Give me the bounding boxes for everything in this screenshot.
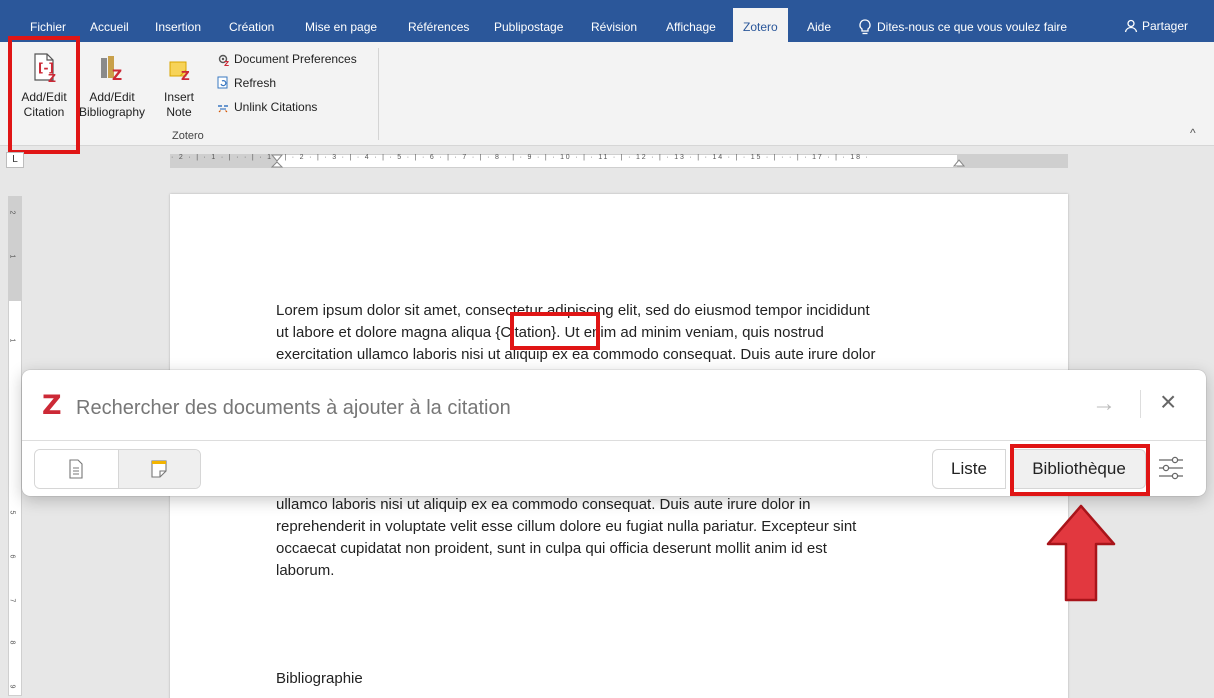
tab-creation[interactable]: Création bbox=[229, 20, 274, 34]
ribbon-panel: [-] Z Add/Edit Citation Z Add/Edit Bibli… bbox=[0, 42, 1214, 146]
tab-selector[interactable]: L bbox=[6, 152, 24, 168]
vruler-num: 8 bbox=[8, 640, 16, 645]
svg-text:Z: Z bbox=[181, 69, 190, 83]
share-label: Partager bbox=[1142, 19, 1189, 33]
list-view-button[interactable]: Liste bbox=[932, 449, 1006, 489]
citation-search-input[interactable] bbox=[76, 394, 1016, 422]
share-button[interactable]: Partager bbox=[1124, 19, 1188, 33]
tell-me-search[interactable]: Dites-nous ce que vous voulez faire bbox=[858, 19, 1067, 35]
vertical-ruler[interactable]: 2 1 1 5 6 7 8 9 bbox=[8, 196, 22, 696]
insert-note-label-1: Insert bbox=[163, 90, 194, 104]
indent-marker-icon[interactable] bbox=[271, 154, 283, 170]
paragraph-line: laborum. bbox=[276, 562, 335, 579]
bibliography-icon: Z bbox=[97, 52, 127, 84]
paragraph-line: reprehenderit in voluptate velit esse ci… bbox=[276, 518, 857, 535]
lightbulb-icon bbox=[859, 19, 871, 35]
horizontal-ruler[interactable]: · 2 · | · 1 · | · · | · 1 · | · 2 · | · … bbox=[170, 154, 1068, 168]
add-edit-bibliography-label-2: Bibliography bbox=[78, 105, 146, 119]
insert-note-label-2: Note bbox=[166, 105, 192, 119]
tab-publipostage[interactable]: Publipostage bbox=[494, 20, 563, 34]
tab-accueil[interactable]: Accueil bbox=[90, 20, 129, 34]
mode-toggle bbox=[34, 449, 201, 489]
citation-field-highlight bbox=[510, 312, 600, 350]
svg-text:Z: Z bbox=[224, 60, 229, 66]
vruler-num: 5 bbox=[8, 510, 16, 515]
vruler-num: 2 bbox=[8, 210, 16, 215]
document-preferences-label: Document Preferences bbox=[234, 52, 357, 66]
paragraph-line: occaecat cupidatat non proident, sunt in… bbox=[276, 540, 827, 557]
close-icon[interactable]: × bbox=[1160, 386, 1176, 418]
accept-arrow-icon[interactable]: → bbox=[1092, 390, 1116, 418]
add-edit-bibliography-label-1: Add/Edit bbox=[89, 90, 135, 104]
collapse-ribbon-icon[interactable]: ^ bbox=[1190, 126, 1196, 140]
insert-note-button[interactable]: Z Insert Note bbox=[156, 48, 202, 120]
tab-zotero[interactable]: Zotero bbox=[733, 8, 788, 42]
library-button-highlight bbox=[1010, 444, 1150, 496]
tab-references[interactable]: Références bbox=[408, 20, 469, 34]
tab-fichier[interactable]: Fichier bbox=[30, 20, 66, 34]
paragraph-line: ullamco laboris nisi ut aliquip ex ea co… bbox=[276, 496, 811, 513]
paragraph-line: Lorem ipsum dolor sit amet, consectetur … bbox=[276, 302, 870, 319]
vruler-num: 1 bbox=[8, 338, 16, 343]
header-separator bbox=[1140, 390, 1141, 418]
svg-text:Z: Z bbox=[112, 68, 122, 84]
unlink-icon bbox=[218, 105, 228, 113]
item-mode-button[interactable] bbox=[35, 450, 118, 488]
note-mode-button[interactable] bbox=[117, 450, 200, 488]
tab-aide[interactable]: Aide bbox=[807, 20, 831, 34]
tab-affichage[interactable]: Affichage bbox=[666, 20, 716, 34]
unlink-citations-label: Unlink Citations bbox=[234, 100, 318, 114]
vruler-num: 7 bbox=[8, 598, 16, 603]
dialog-divider bbox=[22, 440, 1206, 441]
refresh-label: Refresh bbox=[234, 76, 277, 90]
vruler-num: 6 bbox=[8, 554, 16, 559]
paragraph-line: exercitation ullamco laboris nisi ut ali… bbox=[276, 346, 876, 363]
tab-mise-en-page[interactable]: Mise en page bbox=[305, 20, 377, 34]
up-arrow-annotation bbox=[1046, 504, 1116, 602]
refresh-icon bbox=[217, 76, 228, 89]
right-indent-marker-icon[interactable] bbox=[953, 157, 965, 167]
settings-sliders-icon[interactable] bbox=[1158, 456, 1184, 480]
note-icon: Z bbox=[164, 52, 194, 84]
person-icon bbox=[1124, 19, 1138, 33]
ribbon-tab-bar: Fichier Accueil Insertion Création Mise … bbox=[0, 0, 1214, 42]
vruler-num: 1 bbox=[8, 254, 16, 259]
document-preferences-button[interactable]: Z Document Preferences bbox=[216, 52, 357, 66]
gear-icon: Z bbox=[218, 54, 229, 66]
refresh-button[interactable]: Refresh bbox=[216, 76, 276, 90]
document-icon bbox=[69, 459, 83, 479]
add-edit-bibliography-button[interactable]: Z Add/Edit Bibliography bbox=[74, 48, 150, 120]
citation-button-highlight bbox=[8, 36, 80, 154]
paragraph-line: ut labore et dolore magna aliqua {Citati… bbox=[276, 324, 824, 341]
ruler-scale: · 2 · | · 1 · | · · | · 1 · | · 2 · | · … bbox=[171, 154, 870, 161]
zotero-group-label: Zotero bbox=[172, 130, 204, 142]
bibliography-heading: Bibliographie bbox=[276, 670, 363, 687]
unlink-citations-button[interactable]: Unlink Citations bbox=[216, 100, 317, 114]
zotero-logo: Z bbox=[42, 390, 62, 421]
tab-revision[interactable]: Révision bbox=[591, 20, 637, 34]
note-icon bbox=[151, 460, 167, 478]
group-separator bbox=[378, 48, 379, 140]
tab-insertion[interactable]: Insertion bbox=[155, 20, 201, 34]
tell-me-label: Dites-nous ce que vous voulez faire bbox=[877, 20, 1068, 34]
vruler-num: 9 bbox=[8, 684, 16, 689]
